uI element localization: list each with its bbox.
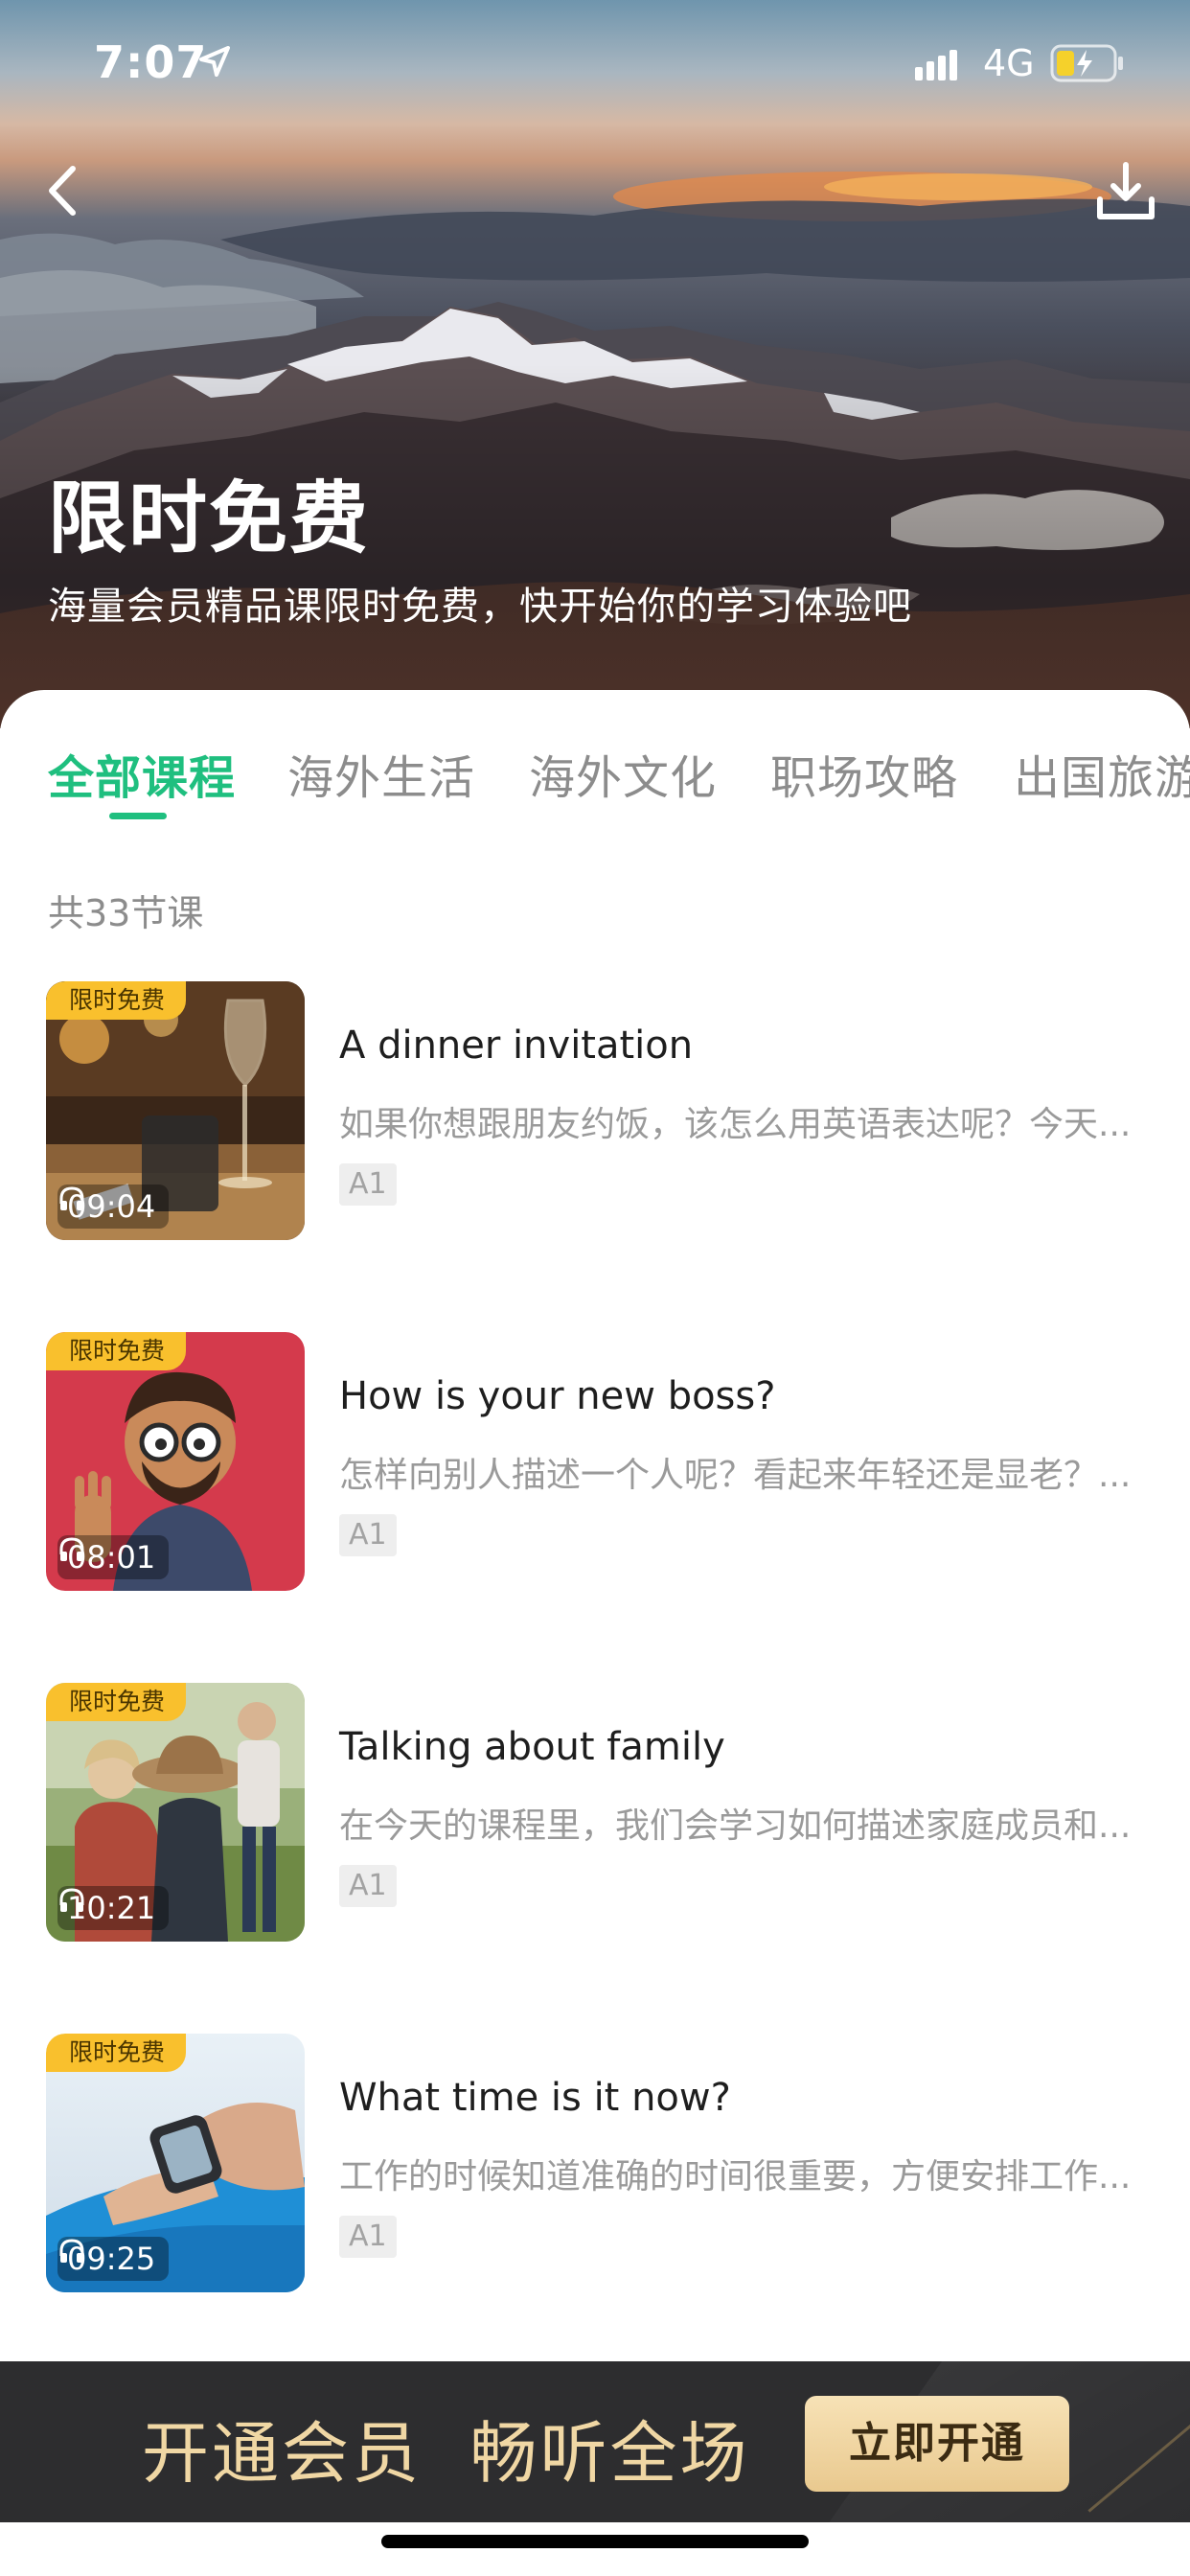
- course-description: 怎样向别人描述一个人呢？看起来年轻还是显老？...: [339, 1456, 1132, 1495]
- course-title[interactable]: Talking about family: [339, 1725, 725, 1769]
- duration-label: 08:01: [57, 1535, 170, 1579]
- tab-workplace[interactable]: 职场攻略: [770, 740, 958, 807]
- duration-label: 09:04: [57, 1184, 170, 1229]
- course-title[interactable]: What time is it now?: [339, 2076, 731, 2120]
- network-type: 4G: [983, 42, 1035, 84]
- course-item[interactable]: 限时免费 09:25 What time is it now? 工作的时候知道准…: [46, 2034, 1157, 2294]
- status-bar: 7:07 4G: [0, 0, 1190, 125]
- activate-membership-button[interactable]: 立即开通: [805, 2396, 1069, 2492]
- course-thumbnail[interactable]: 限时免费 08:01: [46, 1332, 305, 1591]
- duration-label: 10:21: [57, 1886, 170, 1930]
- headphones-icon: [59, 1888, 84, 1912]
- course-title[interactable]: A dinner invitation: [339, 1024, 693, 1068]
- battery-charging-icon: [1050, 44, 1123, 82]
- level-tag: A1: [339, 1514, 397, 1556]
- home-indicator[interactable]: [381, 2535, 809, 2548]
- course-item[interactable]: 限时免费 08:01 How is your new boss? 怎样向别人描述…: [46, 1332, 1157, 1593]
- headphones-icon: [59, 1186, 84, 1210]
- tab-overseas-life[interactable]: 海外生活: [287, 740, 475, 807]
- category-tabs: 全部课程 海外生活 海外文化 职场攻略 出国旅游: [0, 740, 1190, 855]
- signal-icon: [915, 50, 957, 80]
- headphones-icon: [59, 2239, 84, 2263]
- course-description: 在今天的课程里，我们会学习如何描述家庭成员和...: [339, 1806, 1132, 1846]
- course-thumbnail[interactable]: 限时免费 09:25: [46, 2034, 305, 2292]
- course-thumbnail[interactable]: 限时免费 10:21: [46, 1683, 305, 1942]
- level-tag: A1: [339, 1163, 397, 1206]
- download-icon[interactable]: [1092, 159, 1159, 226]
- page-title: 限时免费: [48, 473, 371, 564]
- course-title[interactable]: How is your new boss?: [339, 1374, 775, 1418]
- free-badge: 限时免费: [46, 2034, 187, 2072]
- course-description: 工作的时候知道准确的时间很重要，方便安排工作...: [339, 2157, 1132, 2196]
- level-tag: A1: [339, 1865, 397, 1907]
- duration-label: 09:25: [57, 2237, 170, 2281]
- back-chevron-icon[interactable]: [36, 157, 94, 224]
- free-badge: 限时免费: [46, 1683, 187, 1721]
- course-count: 共33节课: [48, 892, 204, 934]
- tab-travel[interactable]: 出国旅游: [1014, 740, 1190, 807]
- free-badge: 限时免费: [46, 981, 187, 1020]
- status-time: 7:07: [94, 36, 208, 88]
- course-item[interactable]: 限时免费 10:21 Talking about family 在今天的课程里，…: [46, 1683, 1157, 1944]
- hero-banner: 7:07 4G 限时免费 海量会员精品课限时免费，快开始你的学习体验吧: [0, 0, 1190, 728]
- course-item[interactable]: 限时免费 09:04 A dinner invitation 如果你想跟朋友约饭…: [46, 981, 1157, 1242]
- tab-overseas-culture[interactable]: 海外文化: [529, 740, 717, 807]
- level-tag: A1: [339, 2216, 397, 2258]
- headphones-icon: [59, 1537, 84, 1561]
- page-subtitle: 海量会员精品课限时免费，快开始你的学习体验吧: [48, 585, 912, 629]
- course-thumbnail[interactable]: 限时免费 09:04: [46, 981, 305, 1240]
- content-sheet: 全部课程 海外生活 海外文化 职场攻略 出国旅游 共33节课 限时免费 09:0…: [0, 690, 1190, 2576]
- active-tab-indicator: [109, 813, 167, 819]
- banner-slogan: 开通会员 畅听全场: [142, 2414, 750, 2493]
- membership-banner[interactable]: 开通会员 畅听全场 立即开通: [0, 2361, 1190, 2522]
- location-arrow-icon: [199, 46, 230, 77]
- tab-all-courses[interactable]: 全部课程: [48, 740, 236, 807]
- free-badge: 限时免费: [46, 1332, 187, 1370]
- course-description: 如果你想跟朋友约饭，该怎么用英语表达呢？今天...: [339, 1105, 1132, 1144]
